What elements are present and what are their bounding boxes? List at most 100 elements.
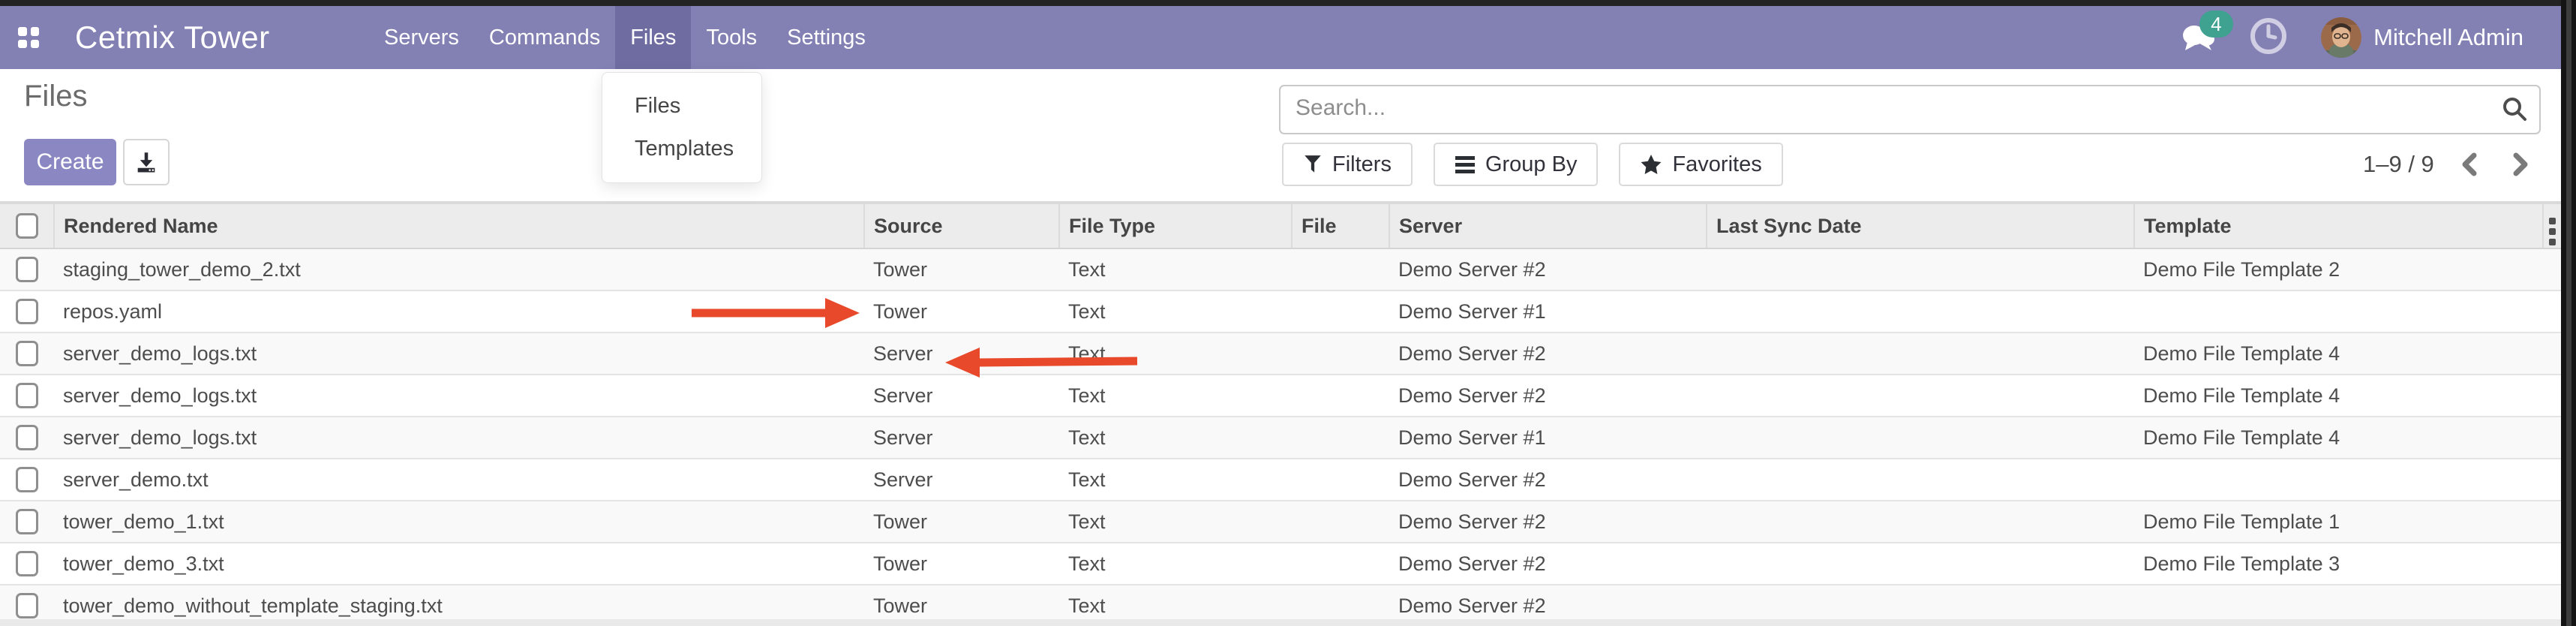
search-icon[interactable] — [2500, 95, 2529, 127]
row-select-cell — [0, 417, 54, 459]
row-select-cell — [0, 375, 54, 417]
messages-count-badge: 4 — [2199, 11, 2232, 38]
search-bar — [1279, 85, 2541, 134]
favorites-label: Favorites — [1672, 152, 1761, 177]
row-checkbox[interactable] — [16, 467, 38, 492]
dropdown-item-files[interactable]: Files — [602, 85, 761, 128]
cell-server: Demo Server #1 — [1389, 290, 1707, 333]
create-button[interactable]: Create — [24, 139, 116, 185]
cell-server: Demo Server #2 — [1389, 543, 1707, 585]
activities-button[interactable] — [2249, 17, 2288, 59]
column-header-last-sync-date[interactable]: Last Sync Date — [1707, 203, 2134, 248]
cell-file — [1292, 543, 1389, 585]
cell-source: Server — [864, 375, 1059, 417]
row-checkbox[interactable] — [16, 509, 38, 534]
table-row[interactable]: staging_tower_demo_2.txtTowerText Demo Se… — [0, 248, 2561, 290]
table-row[interactable]: server_demo.txtServerTextDemo Server #2 — [0, 459, 2561, 501]
column-header-rendered-name[interactable]: Rendered Name — [54, 203, 864, 248]
table-row[interactable]: tower_demo_3.txtTowerTextDemo Server #2D… — [0, 543, 2561, 585]
filters-button[interactable]: Filters — [1282, 143, 1413, 186]
row-checkbox[interactable] — [16, 257, 38, 282]
nav-item-files[interactable]: Files — [615, 6, 691, 69]
optional-columns-button[interactable] — [2543, 203, 2561, 248]
row-checkbox[interactable] — [16, 383, 38, 408]
grid-square — [31, 27, 40, 36]
column-header-server[interactable]: Server — [1389, 203, 1707, 248]
group-by-bars-icon — [1455, 155, 1476, 174]
grid-square — [31, 40, 40, 49]
row-checkbox[interactable] — [16, 299, 38, 324]
row-select-cell — [0, 248, 54, 290]
cell-template: Demo File Template 3 — [2134, 543, 2543, 585]
group-by-button[interactable]: Group By — [1434, 143, 1599, 186]
cell-file — [1292, 375, 1389, 417]
column-header-file[interactable]: File — [1292, 203, 1389, 248]
filters-label: Filters — [1332, 152, 1392, 177]
table-header: Rendered NameSourceFile TypeFileServerLa… — [0, 203, 2561, 248]
column-header-file-type[interactable]: File Type — [1059, 203, 1292, 248]
cell-source: Tower — [864, 248, 1059, 290]
cell-server: Demo Server #2 — [1389, 248, 1707, 290]
column-header-source[interactable]: Source — [864, 203, 1059, 248]
row-checkbox[interactable] — [16, 593, 38, 618]
row-select-cell — [0, 290, 54, 333]
kebab-dots-icon — [2549, 218, 2556, 245]
filter-buttons: Filters Group By Favorites — [1282, 143, 1783, 186]
files-table: Rendered NameSourceFile TypeFileServerLa… — [0, 201, 2561, 626]
user-menu[interactable]: Mitchell Admin — [2321, 17, 2523, 58]
import-download-icon — [134, 149, 159, 175]
dropdown-item-templates[interactable]: Templates — [602, 128, 761, 170]
cell-rendered-name: tower_demo_1.txt — [54, 501, 864, 543]
search-input[interactable] — [1280, 86, 2496, 130]
row-checkbox[interactable] — [16, 425, 38, 450]
cell-file — [1292, 501, 1389, 543]
app-window: Cetmix Tower ServersCommandsFilesToolsSe… — [0, 0, 2576, 626]
cell-spacer — [2543, 375, 2561, 417]
cell-rendered-name: staging_tower_demo_2.txt — [54, 248, 864, 290]
horizontal-scrollbar[interactable] — [0, 619, 2561, 626]
messages-button[interactable]: 4 — [2181, 23, 2216, 53]
row-checkbox[interactable] — [16, 551, 38, 576]
nav-item-settings[interactable]: Settings — [772, 6, 881, 69]
cell-server: Demo Server #2 — [1389, 375, 1707, 417]
user-avatar — [2321, 17, 2361, 58]
table-row[interactable]: server_demo_logs.txtServerTextDemo Serve… — [0, 333, 2561, 375]
cell-template: Demo File Template 1 — [2134, 501, 2543, 543]
cell-rendered-name: server_demo_logs.txt — [54, 417, 864, 459]
pager-previous-button[interactable] — [2454, 152, 2485, 177]
cell-template — [2134, 290, 2543, 333]
favorites-button[interactable]: Favorites — [1619, 143, 1782, 186]
funnel-icon — [1303, 154, 1323, 175]
cell-rendered-name: server_demo_logs.txt — [54, 333, 864, 375]
apps-grid-icon[interactable] — [18, 27, 39, 48]
table-row[interactable]: tower_demo_1.txtTowerTextDemo Server #2D… — [0, 501, 2561, 543]
cell-spacer — [2543, 501, 2561, 543]
select-all-header-cell[interactable] — [0, 203, 54, 248]
table-body: staging_tower_demo_2.txtTowerTextDemo Se… — [0, 248, 2561, 626]
chevron-right-icon — [2509, 152, 2532, 177]
cell-file-type: Text — [1059, 375, 1292, 417]
systray: 4 — [2181, 6, 2523, 69]
import-button[interactable] — [123, 139, 170, 185]
select-all-checkbox[interactable] — [16, 213, 38, 239]
table-row[interactable]: repos.yamlTowerTextDemo Server #1 — [0, 290, 2561, 333]
cell-template: Demo File Template 4 — [2134, 333, 2543, 375]
scrollbar-thumb[interactable] — [2566, 0, 2571, 626]
cell-source: Server — [864, 417, 1059, 459]
vertical-scrollbar[interactable] — [2561, 0, 2576, 626]
row-select-cell — [0, 543, 54, 585]
row-checkbox[interactable] — [16, 341, 38, 366]
cell-template — [2134, 459, 2543, 501]
nav-item-tools[interactable]: Tools — [691, 6, 772, 69]
table-row[interactable]: server_demo_logs.txtServerTextDemo Serve… — [0, 375, 2561, 417]
pager-next-button[interactable] — [2505, 152, 2536, 177]
cell-last-sync-date — [1707, 543, 2134, 585]
control-panel-buttons: Create — [24, 139, 170, 185]
table-row[interactable]: server_demo_logs.txtServerTextDemo Serve… — [0, 417, 2561, 459]
column-header-template[interactable]: Template — [2134, 203, 2543, 248]
cell-file-type: Text — [1059, 248, 1292, 290]
nav-item-commands[interactable]: Commands — [474, 6, 615, 69]
app-title: Cetmix Tower — [75, 6, 270, 69]
nav-item-servers[interactable]: Servers — [369, 6, 474, 69]
cell-file — [1292, 459, 1389, 501]
